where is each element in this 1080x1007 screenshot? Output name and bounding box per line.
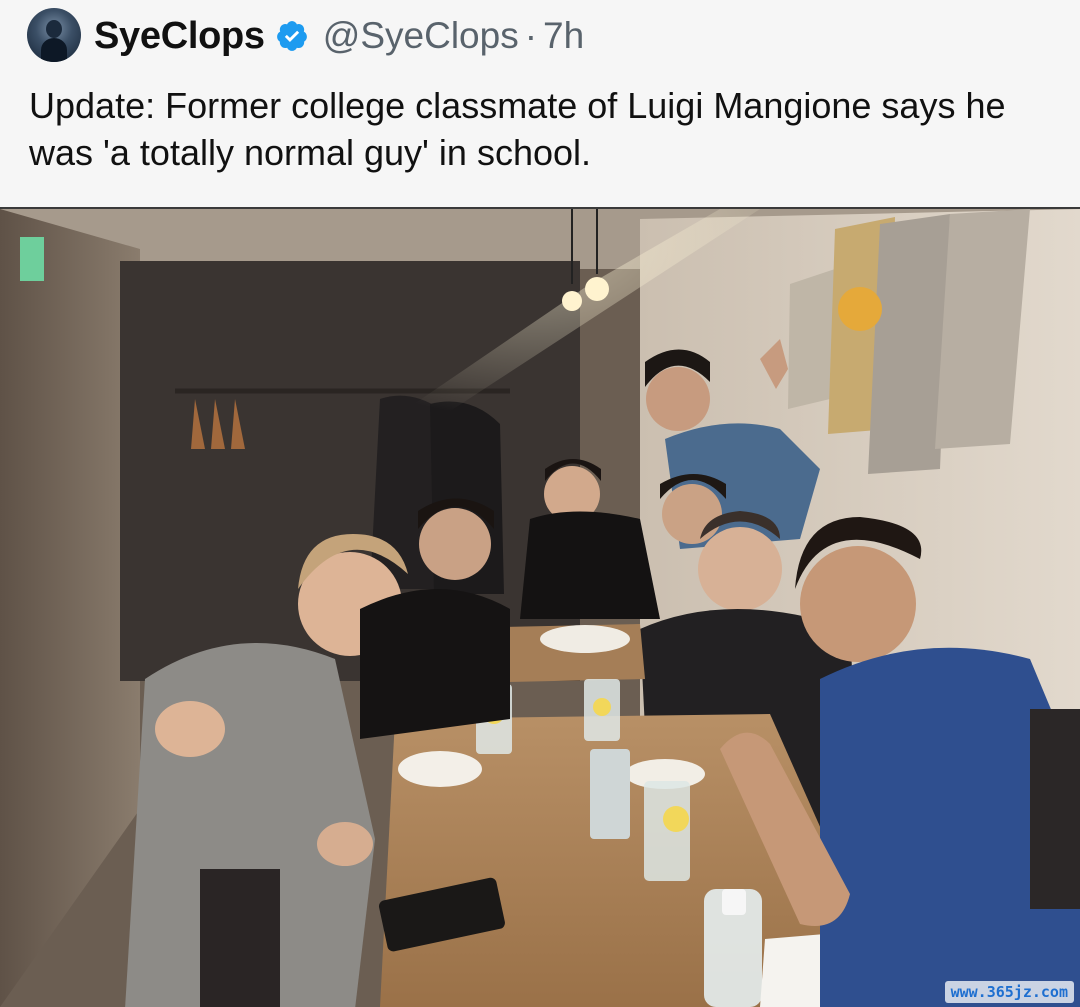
glass-lemon-3 <box>644 781 690 881</box>
black-shirt <box>360 589 510 739</box>
older-man-face <box>698 527 782 611</box>
tweet-photo[interactable]: www.365jz.com <box>0 209 1080 1007</box>
tweet-timestamp[interactable]: 7h <box>543 15 584 57</box>
exit-sign <box>20 237 44 281</box>
tweet-text: Update: Former college classmate of Luig… <box>29 85 1006 173</box>
chair-right <box>1030 709 1080 909</box>
tweet-author-row: SyeClops @SyeClops · 7h <box>94 12 584 60</box>
chair-left <box>200 869 280 1007</box>
watermark: www.365jz.com <box>944 981 1074 1003</box>
group-photo-restaurant-icon <box>0 209 1080 1007</box>
tweet-header: SyeClops @SyeClops · 7h Update: Former c… <box>0 0 1080 209</box>
avatar-figure-icon <box>46 20 62 38</box>
front-right-face <box>800 546 916 662</box>
chopstick-holder <box>590 749 630 839</box>
user-avatar[interactable] <box>27 8 81 62</box>
person-back-face <box>646 367 710 431</box>
plate-back <box>540 625 630 653</box>
pendant-lamp-1 <box>562 291 582 311</box>
display-name[interactable]: SyeClops <box>94 15 265 58</box>
verified-badge-icon <box>276 21 307 51</box>
user-handle[interactable]: @SyeClops <box>323 15 519 57</box>
painting-panel-1 <box>788 269 835 409</box>
painting-sun <box>838 287 882 331</box>
pointing-hand <box>155 701 225 757</box>
separator-dot: · <box>524 15 538 56</box>
plate <box>398 751 482 787</box>
black-sweater <box>520 511 660 619</box>
pendant-lamp-2 <box>585 277 609 301</box>
